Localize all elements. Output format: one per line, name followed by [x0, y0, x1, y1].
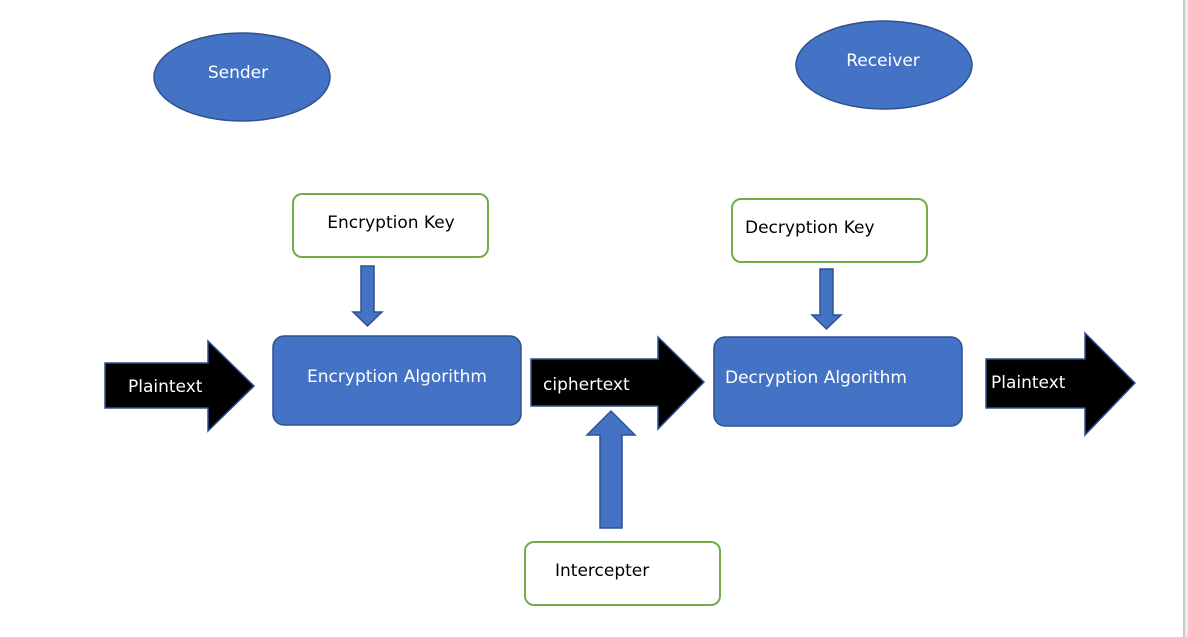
encryption-flow-diagram: Sender Receiver Encryption Key Decryptio…: [104, 20, 1137, 606]
plaintext-output-label: Plaintext: [991, 373, 1066, 393]
arrow-down-icon: [351, 265, 384, 328]
intercepter-label: Intercepter: [555, 561, 649, 581]
decryption-algorithm-node[interactable]: Decryption Algorithm: [713, 336, 963, 427]
arrow-up-icon: [585, 409, 637, 529]
arrow-down-icon: [810, 268, 843, 331]
decryption-key-label: Decryption Key: [745, 218, 875, 238]
ciphertext-arrow: ciphertext: [530, 335, 706, 431]
intercepter-node[interactable]: Intercepter: [524, 541, 721, 606]
plaintext-input-label: Plaintext: [128, 377, 203, 397]
sender-node[interactable]: Sender: [153, 32, 331, 122]
receiver-label: Receiver: [846, 51, 920, 71]
plaintext-output-arrow: Plaintext: [985, 331, 1137, 437]
encryption-algorithm-node[interactable]: Encryption Algorithm: [272, 335, 522, 426]
ciphertext-label: ciphertext: [543, 375, 630, 395]
sender-label: Sender: [208, 63, 268, 83]
decryption-algorithm-label: Decryption Algorithm: [725, 368, 907, 388]
plaintext-input-arrow: Plaintext: [104, 339, 256, 433]
decryption-key-node[interactable]: Decryption Key: [731, 198, 928, 263]
receiver-node[interactable]: Receiver: [795, 20, 973, 110]
encryption-algorithm-label: Encryption Algorithm: [307, 367, 487, 387]
encryption-key-label: Encryption Key: [327, 213, 455, 233]
encryption-key-node[interactable]: Encryption Key: [292, 193, 489, 258]
